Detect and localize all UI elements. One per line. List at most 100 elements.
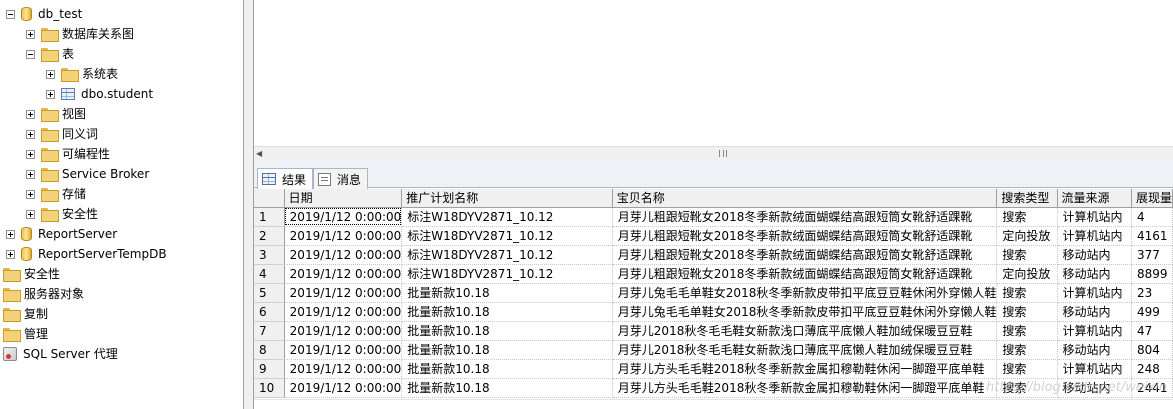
table-cell[interactable]: 搜索 bbox=[996, 359, 1058, 379]
row-number[interactable]: 6 bbox=[254, 302, 285, 322]
table-cell[interactable]: 377 bbox=[1131, 245, 1173, 265]
table-cell[interactable]: 2019/1/12 0:00:00 bbox=[284, 207, 403, 227]
table-cell[interactable]: 23 bbox=[1131, 283, 1173, 303]
expand-plus-icon[interactable] bbox=[6, 229, 15, 239]
tab-results[interactable]: 结果 bbox=[257, 168, 314, 189]
table-row[interactable]: 4 2019/1/12 0:00:00 标注W18DYV2871_10.12 月芽儿粗… bbox=[254, 264, 1173, 284]
row-number[interactable]: 4 bbox=[254, 264, 285, 284]
table-cell[interactable]: 月芽儿兔毛毛单鞋女2018秋冬季新款皮带扣平底豆豆鞋休闲外穿懒人鞋 bbox=[612, 302, 998, 322]
table-cell[interactable]: 月芽儿粗跟短靴女2018冬季新款绒面蝴蝶结高跟短筒女靴舒适踝靴 bbox=[612, 226, 998, 246]
table-row[interactable]: 5 2019/1/12 0:00:00 批量新款10.18 月芽儿兔毛毛单鞋女2018… bbox=[254, 283, 1173, 303]
tree-item[interactable]: Service Broker bbox=[26, 164, 149, 184]
table-cell[interactable]: 计算机站内 bbox=[1057, 226, 1132, 246]
table-row[interactable]: 7 2019/1/12 0:00:00 批量新款10.18 月芽儿2018秋冬毛毛鞋女… bbox=[254, 321, 1173, 341]
tab-messages[interactable]: 消息 bbox=[313, 168, 369, 189]
table-cell[interactable]: 499 bbox=[1131, 302, 1173, 322]
expand-plus-icon[interactable] bbox=[26, 29, 35, 39]
column-header[interactable]: 宝贝名称 bbox=[612, 189, 998, 208]
table-cell[interactable]: 批量新款10.18 bbox=[401, 340, 613, 360]
tree-item[interactable]: 视图 bbox=[26, 104, 86, 124]
pane-splitter[interactable] bbox=[243, 0, 254, 409]
column-header[interactable]: 推广计划名称 bbox=[401, 189, 613, 208]
row-number[interactable]: 10 bbox=[254, 378, 285, 398]
collapse-minus-icon[interactable] bbox=[6, 9, 15, 19]
expand-plus-icon[interactable] bbox=[26, 129, 35, 139]
table-cell[interactable]: 搜索 bbox=[996, 283, 1058, 303]
query-editor[interactable] bbox=[254, 0, 1173, 146]
table-cell[interactable]: 8899 bbox=[1131, 264, 1173, 284]
expand-plus-icon[interactable] bbox=[46, 69, 55, 79]
table-cell[interactable]: 2019/1/12 0:00:00 bbox=[284, 378, 403, 398]
tree-item[interactable]: 安全性 bbox=[26, 204, 98, 224]
table-cell[interactable]: 248 bbox=[1131, 359, 1173, 379]
expand-plus-icon[interactable] bbox=[26, 169, 35, 179]
table-row[interactable]: 8 2019/1/12 0:00:00 批量新款10.18 月芽儿2018秋冬毛毛鞋女… bbox=[254, 340, 1173, 360]
table-cell[interactable]: 批量新款10.18 bbox=[401, 359, 613, 379]
row-number[interactable]: 8 bbox=[254, 340, 285, 360]
row-number[interactable]: 9 bbox=[254, 359, 285, 379]
table-cell[interactable]: 2019/1/12 0:00:00 bbox=[284, 321, 403, 341]
row-number[interactable]: 2 bbox=[254, 226, 285, 246]
table-cell[interactable]: 2019/1/12 0:00:00 bbox=[284, 359, 403, 379]
expand-plus-icon[interactable] bbox=[46, 89, 55, 99]
row-number[interactable]: 5 bbox=[254, 283, 285, 303]
table-cell[interactable]: 计算机站内 bbox=[1057, 321, 1132, 341]
table-cell[interactable]: 计算机站内 bbox=[1057, 283, 1132, 303]
table-cell[interactable]: 2019/1/12 0:00:00 bbox=[284, 283, 403, 303]
tree-item[interactable]: 存储 bbox=[26, 184, 86, 204]
editor-horizontal-scrollbar[interactable]: ◀ bbox=[254, 146, 1173, 160]
tree-item[interactable]: db_test bbox=[6, 4, 82, 24]
table-cell[interactable]: 47 bbox=[1131, 321, 1173, 341]
tree-item[interactable]: 系统表 bbox=[46, 64, 118, 84]
table-cell[interactable]: 定向投放 bbox=[996, 226, 1058, 246]
row-header-corner[interactable] bbox=[254, 189, 285, 208]
collapse-minus-icon[interactable] bbox=[26, 49, 35, 59]
table-cell[interactable]: 月芽儿粗跟短靴女2018冬季新款绒面蝴蝶结高跟短筒女靴舒适踝靴 bbox=[612, 245, 998, 265]
table-cell[interactable]: 2019/1/12 0:00:00 bbox=[284, 245, 403, 265]
tree-item[interactable]: 服务器对象 bbox=[3, 284, 84, 304]
row-number[interactable]: 1 bbox=[254, 207, 285, 227]
row-number[interactable]: 3 bbox=[254, 245, 285, 265]
table-cell[interactable]: 批量新款10.18 bbox=[401, 378, 613, 398]
expand-plus-icon[interactable] bbox=[26, 109, 35, 119]
tree-item[interactable]: ReportServer bbox=[6, 224, 117, 244]
table-cell[interactable]: 移动站内 bbox=[1057, 340, 1132, 360]
tree-item[interactable]: ReportServerTempDB bbox=[6, 244, 167, 264]
column-header[interactable]: 搜索类型 bbox=[996, 189, 1058, 208]
column-header[interactable]: 流量来源 bbox=[1057, 189, 1132, 208]
table-cell[interactable]: 月芽儿方头毛毛鞋2018秋冬季新款金属扣穆勒鞋休闲一脚蹬平底单鞋 bbox=[612, 378, 998, 398]
table-cell[interactable]: 标注W18DYV2871_10.12 bbox=[401, 207, 613, 227]
table-cell[interactable]: 批量新款10.18 bbox=[401, 321, 613, 341]
table-cell[interactable]: 搜索 bbox=[996, 245, 1058, 265]
table-cell[interactable]: 批量新款10.18 bbox=[401, 302, 613, 322]
tree-item[interactable]: 同义词 bbox=[26, 124, 98, 144]
table-cell[interactable]: 移动站内 bbox=[1057, 264, 1132, 284]
tree-item[interactable]: 可编程性 bbox=[26, 144, 110, 164]
table-cell[interactable]: 定向投放 bbox=[996, 264, 1058, 284]
table-cell[interactable]: 移动站内 bbox=[1057, 302, 1132, 322]
table-row[interactable]: 3 2019/1/12 0:00:00 标注W18DYV2871_10.12 月芽儿粗… bbox=[254, 245, 1173, 265]
table-cell[interactable]: 标注W18DYV2871_10.12 bbox=[401, 245, 613, 265]
row-number[interactable]: 7 bbox=[254, 321, 285, 341]
tree-item[interactable]: 管理 bbox=[3, 324, 48, 344]
table-cell[interactable]: 计算机站内 bbox=[1057, 207, 1132, 227]
tree-item[interactable]: 复制 bbox=[3, 304, 48, 324]
table-cell[interactable]: 月芽儿粗跟短靴女2018冬季新款绒面蝴蝶结高跟短筒女靴舒适踝靴 bbox=[612, 207, 998, 227]
expand-plus-icon[interactable] bbox=[6, 249, 15, 259]
table-cell[interactable]: 标注W18DYV2871_10.12 bbox=[401, 264, 613, 284]
tree-item[interactable]: 安全性 bbox=[3, 264, 60, 284]
table-cell[interactable]: 月芽儿2018秋冬毛毛鞋女新款浅口薄底平底懒人鞋加绒保暖豆豆鞋 bbox=[612, 321, 998, 341]
tree-item[interactable]: 数据库关系图 bbox=[26, 24, 134, 44]
tree-item[interactable]: 表 bbox=[26, 44, 74, 64]
table-cell[interactable]: 月芽儿粗跟短靴女2018冬季新款绒面蝴蝶结高跟短筒女靴舒适踝靴 bbox=[612, 264, 998, 284]
table-cell[interactable]: 搜索 bbox=[996, 302, 1058, 322]
expand-plus-icon[interactable] bbox=[26, 149, 35, 159]
scroll-grip-icon[interactable] bbox=[719, 150, 727, 157]
table-row[interactable]: 2 2019/1/12 0:00:00 标注W18DYV2871_10.12 月芽儿粗… bbox=[254, 226, 1173, 246]
table-cell[interactable]: 月芽儿方头毛毛鞋2018秋冬季新款金属扣穆勒鞋休闲一脚蹬平底单鞋 bbox=[612, 359, 998, 379]
tree-item[interactable]: SQL Server 代理 bbox=[3, 344, 118, 364]
table-cell[interactable]: 月芽儿兔毛毛单鞋女2018秋冬季新款皮带扣平底豆豆鞋休闲外穿懒人鞋 bbox=[612, 283, 998, 303]
scroll-left-arrow-icon[interactable]: ◀ bbox=[256, 149, 262, 158]
table-cell[interactable]: 2019/1/12 0:00:00 bbox=[284, 340, 403, 360]
table-cell[interactable]: 804 bbox=[1131, 340, 1173, 360]
